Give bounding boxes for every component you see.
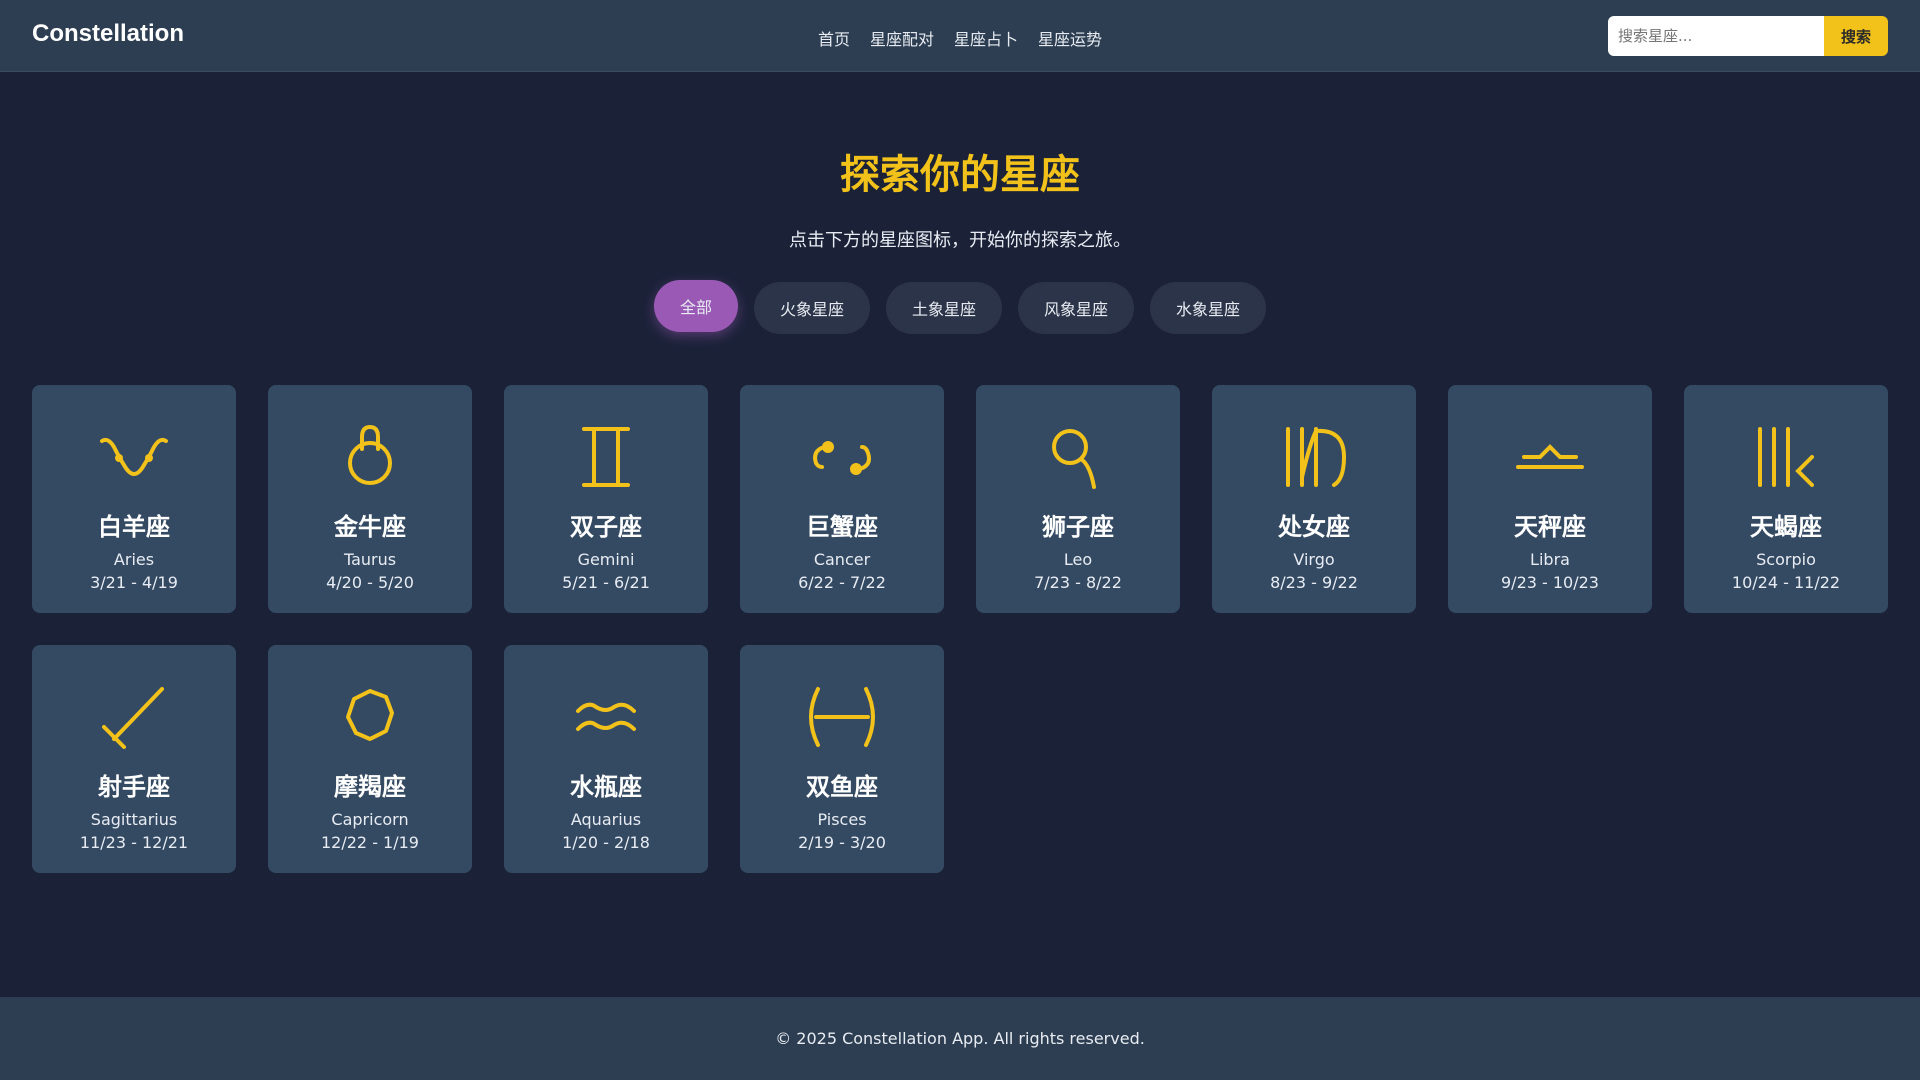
zodiac-card-aries[interactable]: 白羊座 Aries 3/21 - 4/19 (32, 385, 236, 613)
sign-dates: 4/20 - 5/20 (326, 573, 414, 592)
aquarius-icon (576, 702, 636, 731)
sign-name-en: Virgo (1293, 550, 1335, 569)
sign-name-en: Aries (113, 550, 155, 569)
filter-water[interactable]: 水象星座 (1150, 282, 1267, 334)
aries-icon (100, 437, 168, 476)
nav-sign-divination[interactable]: 星座占卜 (954, 26, 1018, 50)
filter-all[interactable]: 全部 (653, 280, 738, 332)
zodiac-card-sagittarius[interactable]: 射手座 Sagittarius 11/23 - 12/21 (32, 645, 236, 873)
sign-dates: 8/23 - 9/22 (1270, 573, 1358, 592)
taurus-icon (348, 424, 392, 485)
zodiac-card-capricorn[interactable]: 摩羯座 Capricorn 12/22 - 1/19 (268, 645, 472, 873)
sign-name-en: Scorpio (1756, 550, 1816, 569)
sign-name-en: Taurus (343, 550, 397, 569)
nav-home[interactable]: 首页 (818, 26, 850, 50)
sign-name-en: Sagittarius (90, 810, 178, 829)
sign-name-cn: 水瓶座 (570, 773, 642, 801)
sign-name-en: Capricorn (331, 810, 409, 829)
sign-name-en: Aquarius (570, 810, 642, 829)
sign-dates: 1/20 - 2/18 (562, 833, 650, 852)
sign-name-cn: 双鱼座 (806, 773, 878, 801)
sign-name-cn: 双子座 (570, 513, 642, 541)
sign-name-en: Gemini (577, 550, 635, 569)
filter-earth[interactable]: 土象星座 (885, 282, 1002, 334)
sign-name-cn: 天秤座 (1514, 513, 1586, 541)
search-input[interactable] (1608, 16, 1824, 56)
zodiac-grid: 白羊座 Aries 3/21 - 4/19 金牛座 Taurus 4/20 - … (32, 385, 1888, 873)
sign-name-en: Cancer (813, 550, 871, 569)
page-title: 探索你的星座 (840, 152, 1080, 198)
sign-dates: 6/22 - 7/22 (798, 573, 886, 592)
sign-name-cn: 射手座 (98, 773, 170, 801)
sign-name-cn: 狮子座 (1042, 513, 1114, 541)
zodiac-card-taurus[interactable]: 金牛座 Taurus 4/20 - 5/20 (268, 385, 472, 613)
sign-name-cn: 处女座 (1278, 513, 1350, 541)
sign-dates: 9/23 - 10/23 (1501, 573, 1599, 592)
scorpio-icon (1758, 427, 1814, 487)
sign-name-cn: 天蝎座 (1750, 513, 1822, 541)
sign-dates: 10/24 - 11/22 (1731, 573, 1841, 592)
sign-dates: 5/21 - 6/21 (562, 573, 650, 592)
sign-name-cn: 白羊座 (98, 513, 170, 541)
zodiac-card-scorpio[interactable]: 天蝎座 Scorpio 10/24 - 11/22 (1684, 385, 1888, 613)
element-filter-group: 全部 火象星座 土象星座 风象星座 水象星座 (0, 280, 1920, 334)
search-button[interactable]: 搜索 (1824, 16, 1888, 56)
sign-name-cn: 金牛座 (334, 513, 406, 541)
zodiac-card-virgo[interactable]: 处女座 Virgo 8/23 - 9/22 (1212, 385, 1416, 613)
cancer-icon (813, 441, 871, 475)
nav-sign-horoscope[interactable]: 星座运势 (1038, 26, 1102, 50)
libra-icon (1516, 444, 1584, 469)
sign-name-en: Libra (1530, 550, 1570, 569)
zodiac-card-leo[interactable]: 狮子座 Leo 7/23 - 8/22 (976, 385, 1180, 613)
sign-dates: 12/22 - 1/19 (321, 833, 419, 852)
capricorn-icon (346, 689, 394, 741)
zodiac-card-cancer[interactable]: 巨蟹座 Cancer 6/22 - 7/22 (740, 385, 944, 613)
footer: © 2025 Constellation App. All rights res… (0, 997, 1920, 1080)
pisces-icon (809, 687, 875, 747)
zodiac-card-aquarius[interactable]: 水瓶座 Aquarius 1/20 - 2/18 (504, 645, 708, 873)
zodiac-card-gemini[interactable]: 双子座 Gemini 5/21 - 6/21 (504, 385, 708, 613)
sign-name-en: Leo (1063, 550, 1093, 569)
sagittarius-icon (102, 687, 164, 749)
copyright-text: © 2025 Constellation App. All rights res… (775, 1029, 1145, 1048)
filter-air[interactable]: 风象星座 (1018, 282, 1135, 334)
filter-fire[interactable]: 火象星座 (753, 282, 870, 334)
sign-name-cn: 巨蟹座 (806, 513, 878, 541)
gemini-icon (582, 427, 630, 487)
virgo-icon (1286, 427, 1347, 487)
sign-name-en: Pisces (817, 810, 867, 829)
zodiac-card-pisces[interactable]: 双鱼座 Pisces 2/19 - 3/20 (740, 645, 944, 873)
sign-dates: 3/21 - 4/19 (90, 573, 178, 592)
nav-sign-match[interactable]: 星座配对 (870, 26, 934, 50)
leo-icon (1052, 429, 1096, 489)
top-nav-bar: Constellation 首页 星座配对 星座占卜 星座运势 搜索 (0, 0, 1920, 72)
sign-dates: 2/19 - 3/20 (798, 833, 886, 852)
sign-dates: 7/23 - 8/22 (1034, 573, 1122, 592)
sign-name-cn: 摩羯座 (334, 773, 406, 801)
zodiac-card-libra[interactable]: 天秤座 Libra 9/23 - 10/23 (1448, 385, 1652, 613)
page-subtitle: 点击下方的星座图标，开始你的探索之旅。 (789, 230, 1131, 251)
sign-dates: 11/23 - 12/21 (79, 833, 189, 852)
search-bar: 搜索 (1608, 16, 1888, 56)
